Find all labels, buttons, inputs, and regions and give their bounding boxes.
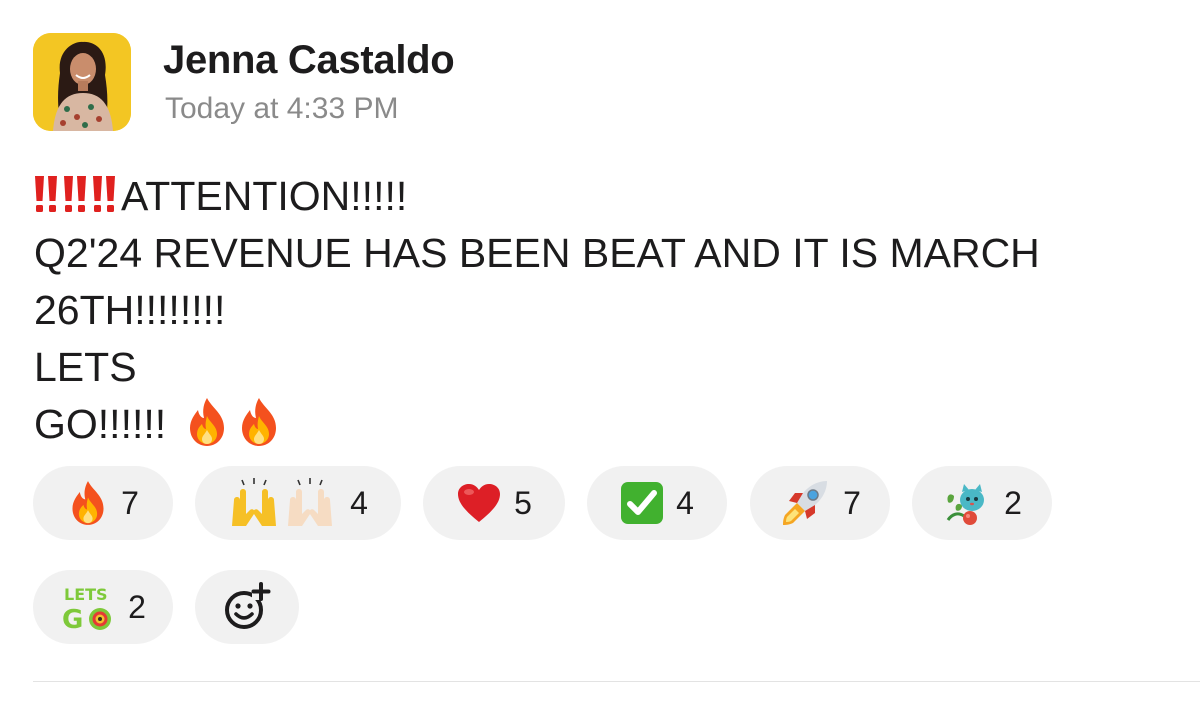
raised-hands-icon [228,478,338,528]
reaction-raised-hands[interactable]: 4 [195,466,401,540]
message-line: LETS [34,344,137,390]
message: Jenna Castaldo Today at 4:33 PM ATTENTIO… [0,0,1200,705]
reaction-count: 2 [128,588,146,625]
reaction-count: 7 [121,484,139,521]
add-reaction-button[interactable] [195,570,299,644]
fire-icon [184,396,230,448]
reaction-count: 4 [350,484,368,521]
reaction-count: 5 [514,484,532,521]
message-divider [33,681,1200,682]
message-line: GO!!!!!! [34,396,1164,453]
double-exclamation-icon [63,174,88,214]
double-exclamation-icon [92,174,117,214]
svg-text:G: G [62,605,83,632]
check-mark-icon [620,481,664,525]
message-timestamp[interactable]: Today at 4:33 PM [165,92,398,126]
cat-with-plant-icon [942,480,992,526]
author-name[interactable]: Jenna Castaldo [163,38,455,83]
message-text: GO!!!!!! [34,401,167,447]
reaction-count: 2 [1004,484,1022,521]
reaction-custom-cat[interactable]: 2 [912,466,1052,540]
double-exclamation-icon [34,174,59,214]
lets-go-icon: LETS G [60,582,116,632]
reaction-fire[interactable]: 7 [33,466,173,540]
message-text: ATTENTION!!!!! [121,173,408,219]
reaction-count: 4 [676,484,694,521]
fire-icon [236,396,282,448]
svg-text:LETS: LETS [64,585,108,604]
avatar[interactable] [33,33,131,131]
reaction-rocket[interactable]: 7 [750,466,890,540]
rocket-icon [779,477,831,529]
reaction-count: 7 [843,484,861,521]
red-heart-icon [456,482,502,524]
add-reaction-icon [220,580,274,634]
fire-icon [67,479,109,527]
message-line: ATTENTION!!!!! [34,168,1164,225]
reaction-lets-go[interactable]: LETS G 2 [33,570,173,644]
reaction-red-heart[interactable]: 5 [423,466,565,540]
reaction-check-mark[interactable]: 4 [587,466,727,540]
message-line: Q2'24 REVENUE HAS BEEN BEAT AND IT IS MA… [34,230,1040,276]
message-line: 26TH!!!!!!!! [34,287,226,333]
message-body: ATTENTION!!!!! Q2'24 REVENUE HAS BEEN BE… [34,168,1164,453]
